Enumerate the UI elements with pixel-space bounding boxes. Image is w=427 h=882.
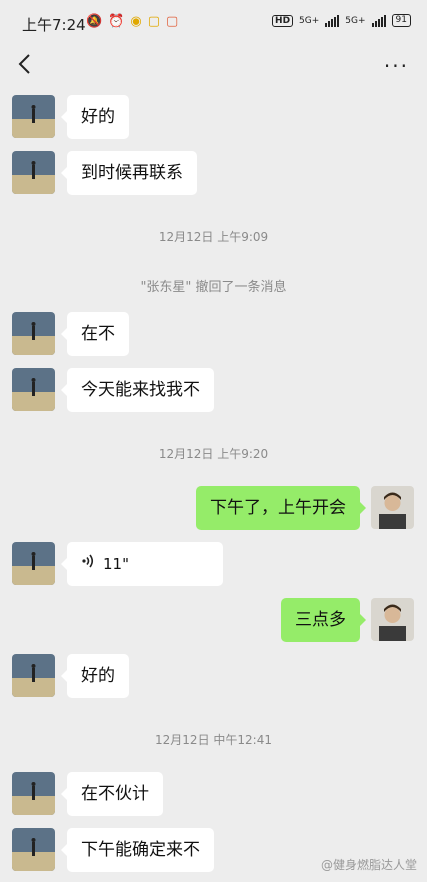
contact-avatar[interactable] bbox=[12, 95, 55, 138]
sent-message[interactable]: 下午了，上午开会 bbox=[196, 486, 366, 530]
contact-avatar[interactable] bbox=[12, 151, 55, 194]
received-message[interactable]: 在不 bbox=[61, 312, 129, 356]
network-type-2: 5G+ bbox=[345, 15, 366, 26]
received-message[interactable]: 在不伙计 bbox=[61, 772, 163, 816]
status-time: 上午7:24 bbox=[22, 16, 86, 34]
status-bar: 上午7:24 🔕 ⏰ ◉ ▢ ▢ HD 5G+ 5G+ 91 bbox=[0, 0, 427, 48]
app-notification-icon: ▢ bbox=[166, 14, 179, 29]
contact-avatar[interactable] bbox=[12, 542, 55, 585]
received-message[interactable]: 今天能来找我不 bbox=[61, 368, 214, 412]
status-notification-icons: 🔕 ⏰ ◉ ▢ ▢ bbox=[86, 14, 178, 29]
recall-notice: "张东星" 撤回了一条消息 bbox=[140, 280, 287, 295]
voice-duration: 11" bbox=[103, 555, 129, 573]
received-message[interactable]: 好的 bbox=[61, 654, 129, 698]
my-avatar[interactable] bbox=[371, 486, 414, 529]
received-message[interactable]: 好的 bbox=[61, 95, 129, 139]
signal-icon bbox=[325, 14, 340, 27]
sent-message[interactable]: 三点多 bbox=[281, 598, 366, 642]
received-message[interactable]: 到时候再联系 bbox=[61, 151, 197, 195]
app-notification-icon: ◉ bbox=[130, 14, 142, 29]
contact-avatar[interactable] bbox=[12, 654, 55, 697]
voice-message[interactable]: 11" bbox=[61, 542, 223, 586]
watermark: @健身燃脂达人堂 bbox=[320, 858, 417, 872]
alarm-icon: ⏰ bbox=[108, 14, 125, 29]
contact-avatar[interactable] bbox=[12, 828, 55, 871]
message-timestamp: 12月12日 上午9:09 bbox=[158, 230, 269, 244]
battery-icon: 91 bbox=[391, 14, 411, 27]
voice-wave-icon bbox=[81, 542, 95, 586]
signal-icon-2 bbox=[371, 14, 386, 27]
received-message[interactable]: 下午能确定来不 bbox=[61, 828, 214, 872]
hd-badge: HD bbox=[272, 14, 294, 27]
mute-bell-icon: 🔕 bbox=[86, 14, 103, 29]
contact-avatar[interactable] bbox=[12, 368, 55, 411]
app-notification-icon: ▢ bbox=[147, 14, 161, 29]
my-avatar[interactable] bbox=[371, 598, 414, 641]
message-timestamp: 12月12日 中午12:41 bbox=[155, 733, 272, 747]
contact-avatar[interactable] bbox=[12, 312, 55, 355]
more-options-icon[interactable]: ··· bbox=[384, 54, 409, 78]
network-type: 5G+ bbox=[299, 15, 320, 26]
back-arrow-icon[interactable] bbox=[14, 52, 38, 76]
contact-avatar[interactable] bbox=[12, 772, 55, 815]
message-timestamp: 12月12日 上午9:20 bbox=[158, 447, 269, 461]
status-right-icons: HD 5G+ 5G+ 91 bbox=[272, 14, 411, 27]
